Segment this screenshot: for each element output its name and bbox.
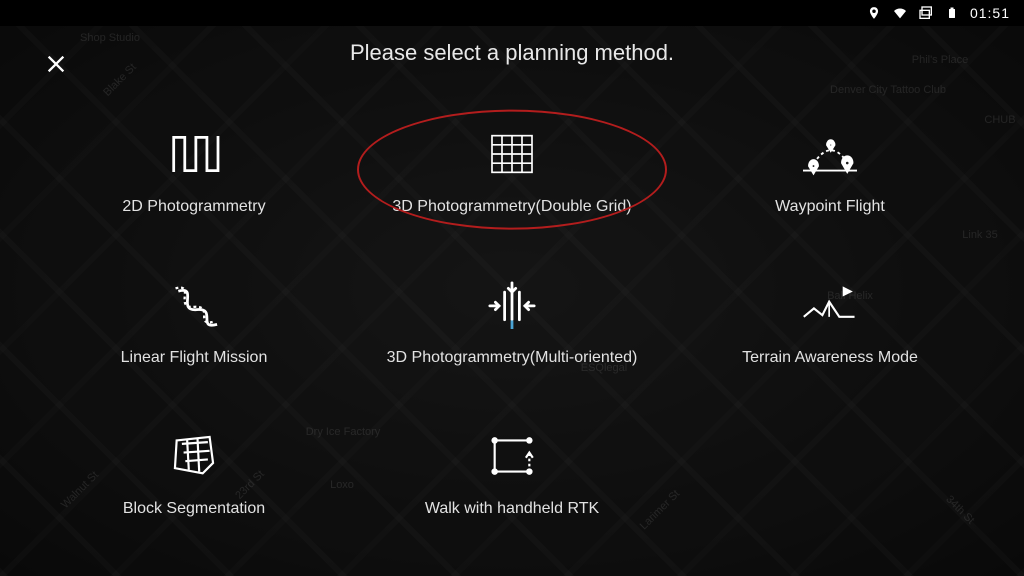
option-2d-photogrammetry[interactable]: 2D Photogrammetry xyxy=(40,100,348,243)
option-3d-photogrammetry-multi-oriented[interactable]: 3D Photogrammetry(Multi-oriented) xyxy=(358,251,666,394)
option-terrain-awareness-mode[interactable]: Terrain Awareness Mode xyxy=(676,251,984,394)
status-time: 01:51 xyxy=(970,5,1010,21)
location-icon xyxy=(866,5,882,21)
option-label: Waypoint Flight xyxy=(775,198,885,216)
windows-icon xyxy=(918,5,934,21)
rtk-walk-icon xyxy=(482,430,542,482)
s-curve-icon xyxy=(164,279,224,331)
crosshatch-grid-icon xyxy=(482,128,542,180)
grid-zigzag-icon xyxy=(164,128,224,180)
option-block-segmentation[interactable]: Block Segmentation xyxy=(40,403,348,546)
option-label: Linear Flight Mission xyxy=(121,349,268,367)
status-bar: 01:51 xyxy=(0,0,1024,26)
option-label: Block Segmentation xyxy=(123,500,265,518)
waypoint-icon xyxy=(800,128,860,180)
option-label: 2D Photogrammetry xyxy=(122,198,265,216)
multi-oriented-icon xyxy=(482,279,542,331)
option-waypoint-flight[interactable]: Waypoint Flight xyxy=(676,100,984,243)
polygon-grid-icon xyxy=(164,430,224,482)
terrain-icon xyxy=(800,279,860,331)
options-grid: 2D Photogrammetry 3D Photogrammetry(Doub… xyxy=(40,100,984,546)
wifi-icon xyxy=(892,5,908,21)
option-3d-photogrammetry-double-grid[interactable]: 3D Photogrammetry(Double Grid) xyxy=(358,100,666,243)
option-label: 3D Photogrammetry(Double Grid) xyxy=(392,198,631,216)
option-linear-flight-mission[interactable]: Linear Flight Mission xyxy=(40,251,348,394)
option-walk-handheld-rtk[interactable]: Walk with handheld RTK xyxy=(358,403,666,546)
option-label: Terrain Awareness Mode xyxy=(742,349,918,367)
dialog-title: Please select a planning method. xyxy=(0,40,1024,66)
option-label: 3D Photogrammetry(Multi-oriented) xyxy=(387,349,638,367)
option-label: Walk with handheld RTK xyxy=(425,500,599,518)
battery-icon xyxy=(944,5,960,21)
